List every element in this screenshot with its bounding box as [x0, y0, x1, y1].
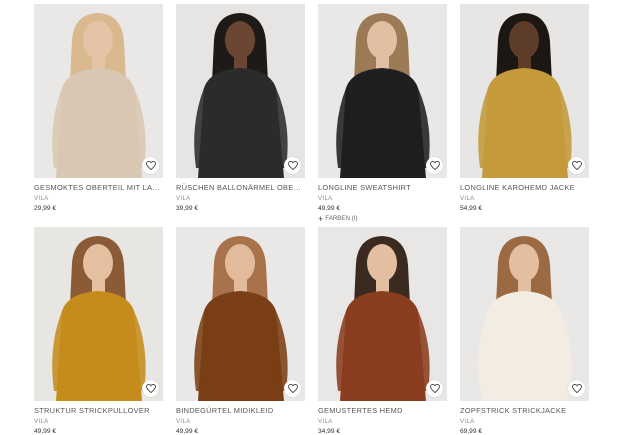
product-card[interactable]: RÜSCHEN BALLONÄRMEL OBERTEIL ... VILA 39…	[176, 4, 305, 212]
model-face	[83, 244, 113, 282]
product-price: 54,99 €	[460, 205, 482, 212]
product-card[interactable]: LONGLINE SWEATSHIRT VILA 49,99 € + FARBE…	[318, 4, 447, 224]
product-price: 69,99 €	[460, 428, 482, 435]
model-photo	[176, 4, 305, 178]
model-face	[367, 21, 397, 59]
product-brand: VILA	[34, 418, 49, 425]
model-photo	[460, 4, 589, 178]
more-colors-label: FARBEN (I)	[325, 215, 358, 222]
model-photo	[318, 227, 447, 401]
product-card[interactable]: LONGLINE KAROHEMD JACKE VILA 54,99 €	[460, 4, 589, 212]
product-price: 39,99 €	[176, 205, 198, 212]
product-image[interactable]	[318, 4, 447, 178]
model-face	[509, 244, 539, 282]
model-face	[225, 21, 255, 59]
heart-icon	[429, 384, 440, 393]
product-brand: VILA	[176, 195, 191, 202]
plus-icon: +	[318, 213, 324, 224]
wishlist-button[interactable]	[284, 380, 301, 397]
wishlist-button[interactable]	[426, 157, 443, 174]
wishlist-button[interactable]	[426, 380, 443, 397]
product-title[interactable]: ZOPFSTRICK STRICKJACKE	[460, 406, 589, 415]
more-colors-link[interactable]: + FARBEN (I)	[318, 213, 447, 224]
product-image[interactable]	[176, 227, 305, 401]
wishlist-button[interactable]	[568, 157, 585, 174]
product-card[interactable]: ZOPFSTRICK STRICKJACKE VILA 69,99 €	[460, 227, 589, 435]
model-photo	[318, 4, 447, 178]
product-grid: GESMOKTES OBERTEIL MIT LANGEN... VILA 29…	[0, 0, 630, 435]
product-card[interactable]: BINDEGÜRTEL MIDIKLEID VILA 49,99 €	[176, 227, 305, 435]
product-title[interactable]: GESMOKTES OBERTEIL MIT LANGEN...	[34, 183, 163, 192]
heart-icon	[287, 384, 298, 393]
product-brand: VILA	[460, 418, 475, 425]
product-title[interactable]: LONGLINE SWEATSHIRT	[318, 183, 447, 192]
product-image[interactable]	[34, 227, 163, 401]
model-photo	[176, 227, 305, 401]
product-brand: VILA	[318, 195, 333, 202]
heart-icon	[571, 384, 582, 393]
product-image[interactable]	[318, 227, 447, 401]
product-price: 49,99 €	[176, 428, 198, 435]
heart-icon	[145, 161, 156, 170]
product-card[interactable]: GEMUSTERTES HEMD VILA 34,99 €	[318, 227, 447, 435]
heart-icon	[429, 161, 440, 170]
product-brand: VILA	[176, 418, 191, 425]
model-photo	[34, 227, 163, 401]
product-brand: VILA	[318, 418, 333, 425]
heart-icon	[145, 384, 156, 393]
model-face	[509, 21, 539, 59]
product-image[interactable]	[460, 4, 589, 178]
product-title[interactable]: RÜSCHEN BALLONÄRMEL OBERTEIL ...	[176, 183, 305, 192]
heart-icon	[287, 161, 298, 170]
wishlist-button[interactable]	[284, 157, 301, 174]
product-brand: VILA	[34, 195, 49, 202]
product-price: 34,99 €	[318, 428, 340, 435]
model-face	[83, 21, 113, 59]
heart-icon	[571, 161, 582, 170]
model-face	[367, 244, 397, 282]
wishlist-button[interactable]	[142, 380, 159, 397]
product-price: 29,99 €	[34, 205, 56, 212]
product-image[interactable]	[34, 4, 163, 178]
product-price: 49,99 €	[34, 428, 56, 435]
product-title[interactable]: GEMUSTERTES HEMD	[318, 406, 447, 415]
model-photo	[460, 227, 589, 401]
product-image[interactable]	[176, 4, 305, 178]
product-card[interactable]: STRUKTUR STRICKPULLOVER VILA 49,99 €	[34, 227, 163, 435]
product-title[interactable]: LONGLINE KAROHEMD JACKE	[460, 183, 589, 192]
model-photo	[34, 4, 163, 178]
product-card[interactable]: GESMOKTES OBERTEIL MIT LANGEN... VILA 29…	[34, 4, 163, 212]
product-price: 49,99 €	[318, 205, 340, 212]
product-title[interactable]: BINDEGÜRTEL MIDIKLEID	[176, 406, 305, 415]
product-image[interactable]	[460, 227, 589, 401]
wishlist-button[interactable]	[568, 380, 585, 397]
wishlist-button[interactable]	[142, 157, 159, 174]
product-title[interactable]: STRUKTUR STRICKPULLOVER	[34, 406, 163, 415]
model-face	[225, 244, 255, 282]
product-brand: VILA	[460, 195, 475, 202]
